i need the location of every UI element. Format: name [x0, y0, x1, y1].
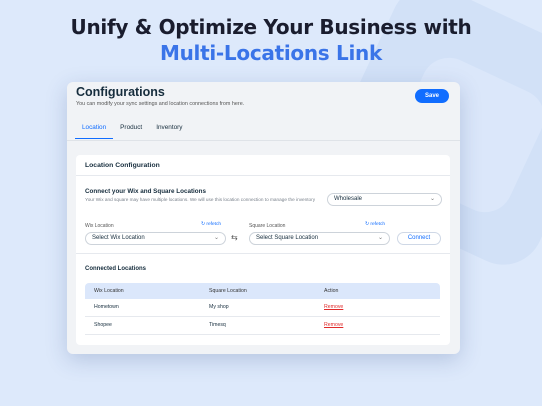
- save-button[interactable]: Save: [415, 89, 449, 103]
- cell-square-location: My shop: [209, 304, 229, 310]
- card-title: Location Configuration: [85, 162, 160, 169]
- chevron-down-icon: ⌄: [213, 235, 219, 241]
- connect-button[interactable]: Connect: [397, 232, 441, 245]
- square-refetch-link[interactable]: ↻ refetch: [365, 222, 385, 227]
- column-header-action: Action: [324, 288, 339, 294]
- wix-location-label: Wix Location: [85, 223, 114, 229]
- square-location-label: Square Location: [249, 223, 286, 229]
- wix-location-select-value: Select Wix Location: [92, 235, 145, 241]
- chevron-down-icon: ⌄: [377, 235, 383, 241]
- cell-wix-location: Hometown: [94, 304, 119, 310]
- table-row: Shopee Timesq Remove: [85, 317, 440, 335]
- square-refetch-label: refetch: [370, 222, 386, 227]
- wix-refetch-link[interactable]: ↻ refetch: [201, 222, 221, 227]
- table-row: Hometown My shop Remove: [85, 299, 440, 317]
- refresh-icon: ↻: [201, 222, 206, 227]
- connected-locations-table: Wix Location Square Location Action Home…: [85, 283, 440, 335]
- cell-square-location: Timesq: [209, 322, 226, 328]
- wholesale-select-value: Wholesale: [334, 196, 363, 202]
- headline-line-2: Multi-Locations Link: [160, 41, 382, 65]
- chevron-down-icon: ⌄: [429, 196, 435, 202]
- tab-location[interactable]: Location: [75, 124, 114, 139]
- square-location-select-value: Select Square Location: [256, 235, 319, 241]
- page-title: Configurations: [76, 85, 165, 99]
- wholesale-select[interactable]: Wholesale ⌄: [327, 193, 442, 206]
- square-location-select[interactable]: Select Square Location ⌄: [249, 232, 390, 245]
- location-configuration-card: Location Configuration Connect your Wix …: [76, 155, 450, 345]
- tab-bar: Location Product Inventory: [75, 124, 190, 139]
- table-header: Wix Location Square Location Action: [85, 283, 440, 299]
- cell-wix-location: Shopee: [94, 322, 112, 328]
- connected-locations-title: Connected Locations: [85, 266, 147, 272]
- section-divider: [76, 253, 450, 254]
- wix-refetch-label: refetch: [206, 222, 222, 227]
- remove-link[interactable]: Remove: [324, 317, 343, 334]
- tab-inventory[interactable]: Inventory: [149, 124, 189, 139]
- headline: Unify & Optimize Your Business with Mult…: [0, 14, 542, 66]
- column-header-wix: Wix Location: [94, 288, 124, 294]
- remove-link[interactable]: Remove: [324, 299, 343, 316]
- wix-location-select[interactable]: Select Wix Location ⌄: [85, 232, 226, 245]
- column-header-square: Square Location: [209, 288, 247, 294]
- headline-line-1: Unify & Optimize Your Business with: [70, 15, 472, 39]
- connect-title: Connect your Wix and Square Locations: [85, 188, 206, 195]
- tab-product[interactable]: Product: [113, 124, 149, 139]
- configurations-window: Configurations You can modify your sync …: [67, 82, 460, 354]
- tab-divider: [67, 140, 460, 141]
- page-subtitle: You can modify your sync settings and lo…: [76, 101, 245, 107]
- swap-icon: ⇆: [231, 233, 238, 242]
- refresh-icon: ↻: [365, 222, 370, 227]
- connect-description: Your Wix and square may have multiple lo…: [85, 197, 316, 202]
